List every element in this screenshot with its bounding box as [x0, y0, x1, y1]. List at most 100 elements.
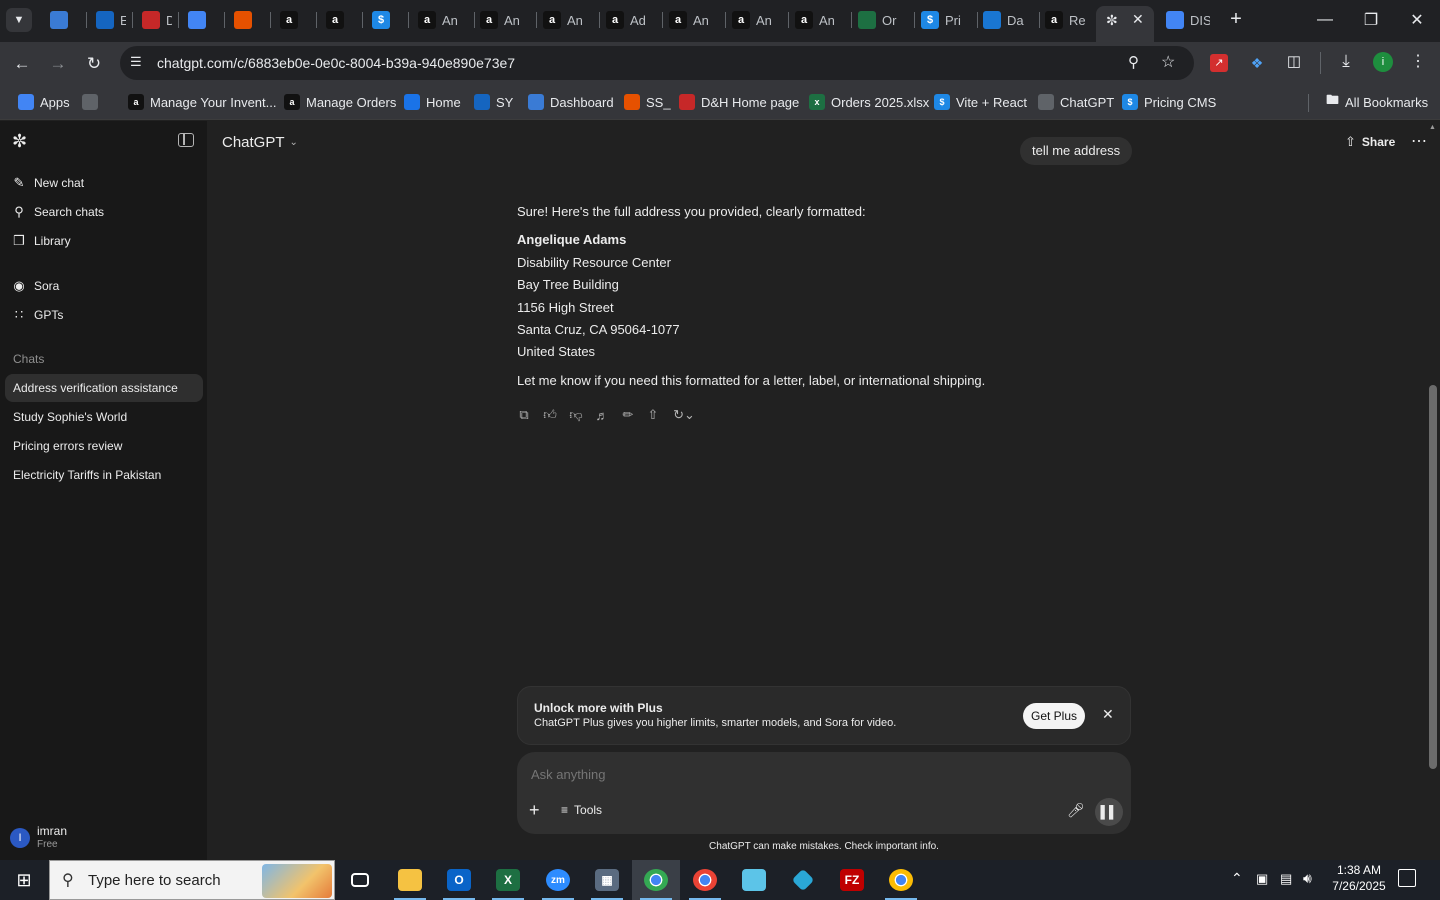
browser-tab[interactable]: a: [326, 6, 356, 34]
new-tab-button[interactable]: +: [1224, 8, 1248, 32]
thumbs-up-icon[interactable]: 👍︎: [541, 406, 559, 424]
taskbar-app-notes[interactable]: [730, 860, 778, 900]
chat-item-pricing-errors[interactable]: Pricing errors review: [5, 432, 203, 460]
minimize-button[interactable]: —: [1302, 0, 1348, 40]
tab-search-button[interactable]: ▼: [6, 8, 32, 32]
url-text[interactable]: chatgpt.com/c/6883eb0e-0e0c-8004-b39a-94…: [157, 55, 515, 71]
extensions-puzzle-icon[interactable]: ◫: [1284, 52, 1304, 72]
share-message-icon[interactable]: ⇧: [644, 406, 662, 424]
clock[interactable]: 1:38 AM 7/26/2025: [1328, 863, 1390, 893]
extension-red-icon[interactable]: ↗: [1210, 54, 1228, 72]
browser-tab[interactable]: a: [280, 6, 310, 34]
regenerate-icon[interactable]: ↻⌄: [669, 406, 699, 424]
more-options-icon[interactable]: ⋯: [1411, 131, 1427, 151]
bookmark-item[interactable]: SS_: [624, 92, 671, 112]
browser-tab[interactable]: [234, 6, 264, 34]
address-bar[interactable]: ☰ chatgpt.com/c/6883eb0e-0e0c-8004-b39a-…: [120, 46, 1194, 80]
bookmark-item[interactable]: SY: [474, 92, 513, 112]
downloads-icon[interactable]: ⤓: [1336, 51, 1356, 73]
taskbar-chrome-profile[interactable]: [877, 860, 925, 900]
search-chats-button[interactable]: ⚲ Search chats: [12, 201, 104, 223]
taskbar-outlook[interactable]: O: [435, 860, 483, 900]
bookmark-item[interactable]: Dashboard: [528, 92, 614, 112]
edit-in-canvas-icon[interactable]: ✏: [619, 406, 637, 424]
bookmark-item[interactable]: a Manage Your Invent...: [128, 92, 276, 112]
task-view-button[interactable]: [336, 860, 384, 900]
network-icon[interactable]: ▤: [1280, 871, 1292, 887]
bookmark-star-icon[interactable]: ☆: [1161, 52, 1175, 72]
bookmark-item[interactable]: x Orders 2025.xlsx: [809, 92, 929, 112]
taskbar-zoom[interactable]: zm: [534, 860, 582, 900]
volume-icon[interactable]: 🔊︎: [1303, 870, 1312, 887]
chat-item-study-sophies-world[interactable]: Study Sophie's World: [5, 403, 203, 431]
profile-avatar[interactable]: i: [1373, 52, 1393, 72]
extension-blue-icon[interactable]: ❖: [1248, 54, 1266, 72]
browser-tab[interactable]: [50, 6, 80, 34]
taskbar-calculator[interactable]: ▦: [583, 860, 631, 900]
forward-button[interactable]: →: [44, 50, 72, 78]
show-hidden-icons[interactable]: ⌃: [1231, 870, 1243, 887]
bookmark-item[interactable]: a Manage Orders: [284, 92, 396, 112]
taskbar-search-box[interactable]: ⚲ Type here to search: [49, 860, 335, 900]
bookmark-item[interactable]: ChatGPT: [1038, 92, 1114, 112]
browser-tab[interactable]: $ Pri: [921, 6, 971, 34]
tools-button[interactable]: ≡ Tools: [561, 803, 602, 817]
bookmark-item[interactable]: $ Vite + React: [934, 92, 1027, 112]
back-button[interactable]: ←: [8, 50, 36, 78]
reload-button[interactable]: ↻: [80, 50, 108, 78]
close-tab-icon[interactable]: ✕: [1132, 11, 1144, 28]
all-bookmarks-folder[interactable]: 🖿 All Bookmarks: [1326, 92, 1428, 112]
browser-tab[interactable]: a An: [732, 6, 782, 34]
browser-tab[interactable]: [188, 6, 218, 34]
zoom-icon[interactable]: ⚲: [1128, 53, 1139, 71]
tray-app-icon[interactable]: ▣: [1256, 871, 1268, 887]
add-attachment-icon[interactable]: +: [529, 800, 540, 821]
browser-tab[interactable]: a An: [543, 6, 593, 34]
close-window-button[interactable]: ✕: [1394, 0, 1440, 40]
browser-tab[interactable]: Da: [983, 6, 1033, 34]
microphone-icon[interactable]: 🎤︎: [1067, 802, 1085, 819]
openai-logo-icon[interactable]: ✼: [12, 131, 27, 152]
bookmark-item[interactable]: $ Pricing CMS: [1122, 92, 1216, 112]
taskbar-app-diamond[interactable]: [779, 860, 827, 900]
taskbar-chrome-active[interactable]: [632, 860, 680, 900]
thumbs-down-icon[interactable]: 👎︎: [567, 406, 585, 424]
taskbar-filezilla[interactable]: FZ: [828, 860, 876, 900]
new-chat-button[interactable]: ✎ New chat: [12, 172, 84, 194]
site-info-icon[interactable]: ☰: [130, 54, 142, 70]
browser-tab[interactable]: a Ad: [606, 6, 656, 34]
bookmark-item[interactable]: D&H Home page: [679, 92, 799, 112]
browser-tab[interactable]: a An: [795, 6, 845, 34]
copy-icon[interactable]: ⧉: [515, 406, 533, 424]
taskbar-file-explorer[interactable]: [386, 860, 434, 900]
bookmark-item[interactable]: Apps: [18, 92, 70, 112]
browser-tab[interactable]: D&H: [142, 6, 172, 34]
scrollbar-up-arrow[interactable]: ▲: [1429, 124, 1436, 131]
taskbar-chrome-2[interactable]: [681, 860, 729, 900]
restore-button[interactable]: ❐: [1348, 0, 1394, 40]
browser-tab[interactable]: a An: [669, 6, 719, 34]
prompt-input[interactable]: [531, 762, 1091, 786]
close-sidebar-icon[interactable]: [178, 133, 194, 147]
notifications-icon[interactable]: [1398, 869, 1416, 887]
model-switcher[interactable]: ChatGPT ⌄: [222, 134, 298, 151]
browser-tab[interactable]: a An: [480, 6, 530, 34]
browser-tab[interactable]: DIS: [1166, 6, 1210, 34]
taskbar-excel[interactable]: X: [484, 860, 532, 900]
user-profile-button[interactable]: I imran Free: [10, 823, 200, 853]
chat-item-address-verification[interactable]: Address verification assistance: [5, 374, 203, 402]
scrollbar-thumb[interactable]: [1429, 385, 1437, 769]
close-upsell-icon[interactable]: ✕: [1102, 706, 1114, 723]
browser-tab[interactable]: Or: [858, 6, 908, 34]
library-button[interactable]: ❒ Library: [12, 230, 71, 252]
sora-button[interactable]: ◉ Sora: [12, 275, 59, 297]
share-button[interactable]: ⇧ Share: [1345, 134, 1395, 150]
bookmark-item[interactable]: Home: [404, 92, 461, 112]
voice-mode-button[interactable]: ▌▌: [1095, 798, 1123, 826]
bookmark-item[interactable]: [82, 92, 98, 112]
start-button[interactable]: ⊞: [0, 860, 48, 900]
browser-tab[interactable]: a Re: [1045, 6, 1095, 34]
chat-item-electricity-tariffs[interactable]: Electricity Tariffs in Pakistan: [5, 461, 203, 489]
browser-tab[interactable]: $: [372, 6, 402, 34]
browser-tab[interactable]: a An: [418, 6, 468, 34]
